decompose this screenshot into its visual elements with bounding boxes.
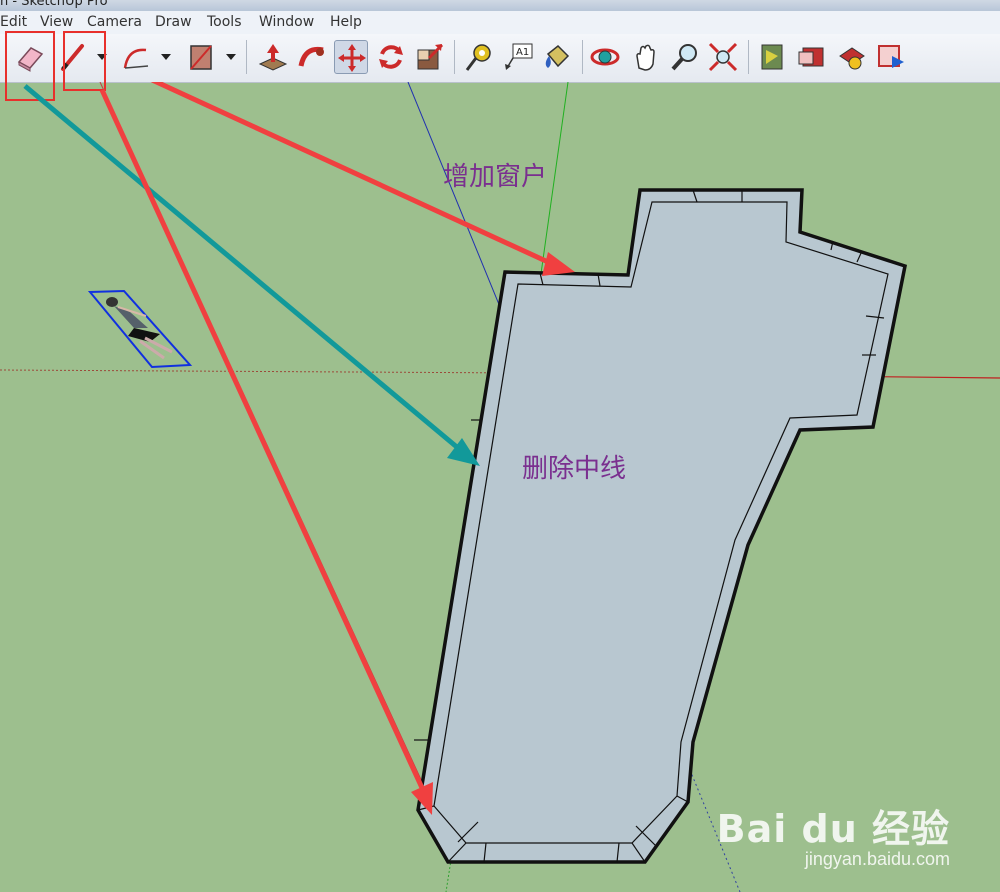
zoom-tool-button[interactable] (668, 40, 702, 74)
next-view-tool-button[interactable] (795, 40, 829, 74)
watermark: Bai du 经验 jingyan.baidu.com (717, 798, 950, 870)
follow-me-tool-button[interactable] (295, 40, 329, 74)
pan-hand-icon (636, 44, 655, 71)
menu-camera[interactable]: Camera (87, 14, 142, 30)
red-axis-negative (0, 369, 528, 374)
magnifier-icon (671, 44, 697, 71)
toolbar: A1 (0, 31, 1000, 101)
pan-tool-button[interactable] (629, 40, 663, 74)
orbit-tool-button[interactable] (588, 40, 622, 74)
red-arrow-corner (99, 88, 426, 792)
watermark-url: jingyan.baidu.com (804, 849, 950, 869)
menu-help[interactable]: Help (330, 14, 362, 30)
previous-view-icon (761, 44, 783, 70)
push-pull-tool-button[interactable] (256, 40, 290, 74)
floor-plan-outer[interactable] (416, 188, 908, 864)
paint-bucket-icon (545, 44, 570, 68)
paint-bucket-tool-button[interactable] (540, 40, 574, 74)
get-models-icon (839, 47, 865, 70)
share-model-tool-button[interactable] (874, 40, 908, 74)
previous-view-tool-button[interactable] (756, 40, 790, 74)
toolbar-separator (246, 40, 247, 74)
get-models-tool-button[interactable] (835, 40, 869, 74)
annotation-delete-centerline: 删除中线 (522, 454, 627, 484)
arc-icon (123, 48, 149, 69)
menu-draw[interactable]: Draw (155, 14, 192, 30)
rectangle-icon (190, 45, 212, 70)
zoom-extents-tool-button[interactable] (706, 40, 740, 74)
menu-view[interactable]: View (40, 14, 73, 30)
tape-measure-icon (465, 44, 491, 71)
menu-edit[interactable]: Edit (0, 14, 27, 30)
next-view-icon (798, 47, 824, 67)
scale-figure[interactable] (87, 289, 193, 369)
follow-me-icon (298, 46, 324, 67)
watermark-logo: Bai du 经验 (716, 807, 950, 851)
rotate-icon (379, 45, 403, 69)
text-tool-button[interactable]: A1 (501, 40, 535, 74)
menu-tools[interactable]: Tools (207, 14, 242, 30)
rectangle-dropdown-icon[interactable] (226, 54, 236, 60)
text-label-icon: A1 (505, 43, 533, 70)
menu-window[interactable]: Window (259, 14, 314, 30)
move-icon (338, 44, 366, 72)
scale-tool-button[interactable] (413, 40, 447, 74)
rotate-tool-button[interactable] (374, 40, 408, 74)
window-title: n - SketchUp Pro (0, 0, 108, 9)
arc-dropdown-icon[interactable] (161, 54, 171, 60)
rectangle-tool-button[interactable] (184, 40, 218, 74)
scale-icon (417, 43, 444, 70)
push-pull-icon (258, 44, 288, 71)
toolbar-separator (582, 40, 583, 74)
zoom-extents-icon (708, 42, 738, 72)
red-arrowhead-add-window (542, 252, 575, 276)
tape-measure-tool-button[interactable] (462, 40, 496, 74)
share-model-icon (878, 45, 904, 68)
model-viewport[interactable] (0, 82, 1000, 892)
move-tool-button[interactable] (334, 40, 368, 74)
orbit-icon (590, 48, 620, 66)
annotation-add-window: 增加窗户 (443, 162, 548, 192)
svg-text:A1: A1 (516, 47, 529, 58)
arc-tool-button[interactable] (120, 40, 154, 74)
menu-bar: Edit View Camera Draw Tools Window Help (0, 11, 1000, 35)
title-bar: n - SketchUp Pro (0, 0, 1000, 11)
toolbar-separator (454, 40, 455, 74)
toolbar-separator (748, 40, 749, 74)
